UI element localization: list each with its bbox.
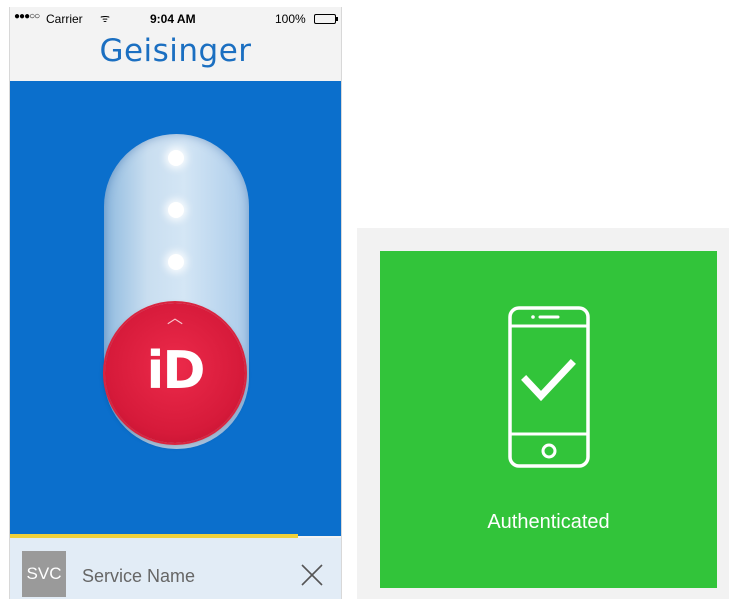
slide-to-authenticate-area: ︿ iD — [10, 81, 341, 536]
close-icon[interactable] — [300, 563, 324, 587]
track-dot — [168, 202, 184, 218]
service-avatar: SVC — [22, 551, 66, 597]
service-name-label: Service Name — [82, 566, 196, 586]
authenticated-label: Authenticated — [487, 511, 610, 533]
track-dot — [168, 150, 184, 166]
auth-panel: Authenticated — [357, 228, 729, 599]
battery-percent: 100% — [275, 12, 306, 26]
id-slider-handle[interactable]: ︿ iD — [105, 303, 245, 443]
authenticated-card: Authenticated — [380, 251, 717, 588]
smartphone-check-icon — [508, 306, 590, 468]
phone-screen: ●●●○○ Carrier ᯤ 9:04 AM 100% Geisinger ︿… — [9, 7, 342, 599]
status-bar: ●●●○○ Carrier ᯤ 9:04 AM 100% — [10, 7, 341, 29]
id-button-label: iD — [146, 341, 206, 401]
chevron-up-icon: ︿ — [166, 310, 183, 327]
app-title: Geisinger — [99, 33, 252, 69]
battery-icon — [314, 14, 338, 24]
service-bar: SVC Service Name — [10, 538, 341, 599]
status-time: 9:04 AM — [150, 12, 196, 26]
wifi-icon: ᯤ — [100, 13, 111, 25]
carrier-label: Carrier — [46, 12, 83, 26]
track-dot — [168, 254, 184, 270]
signal-strength: ●●●○○ — [14, 11, 40, 22]
